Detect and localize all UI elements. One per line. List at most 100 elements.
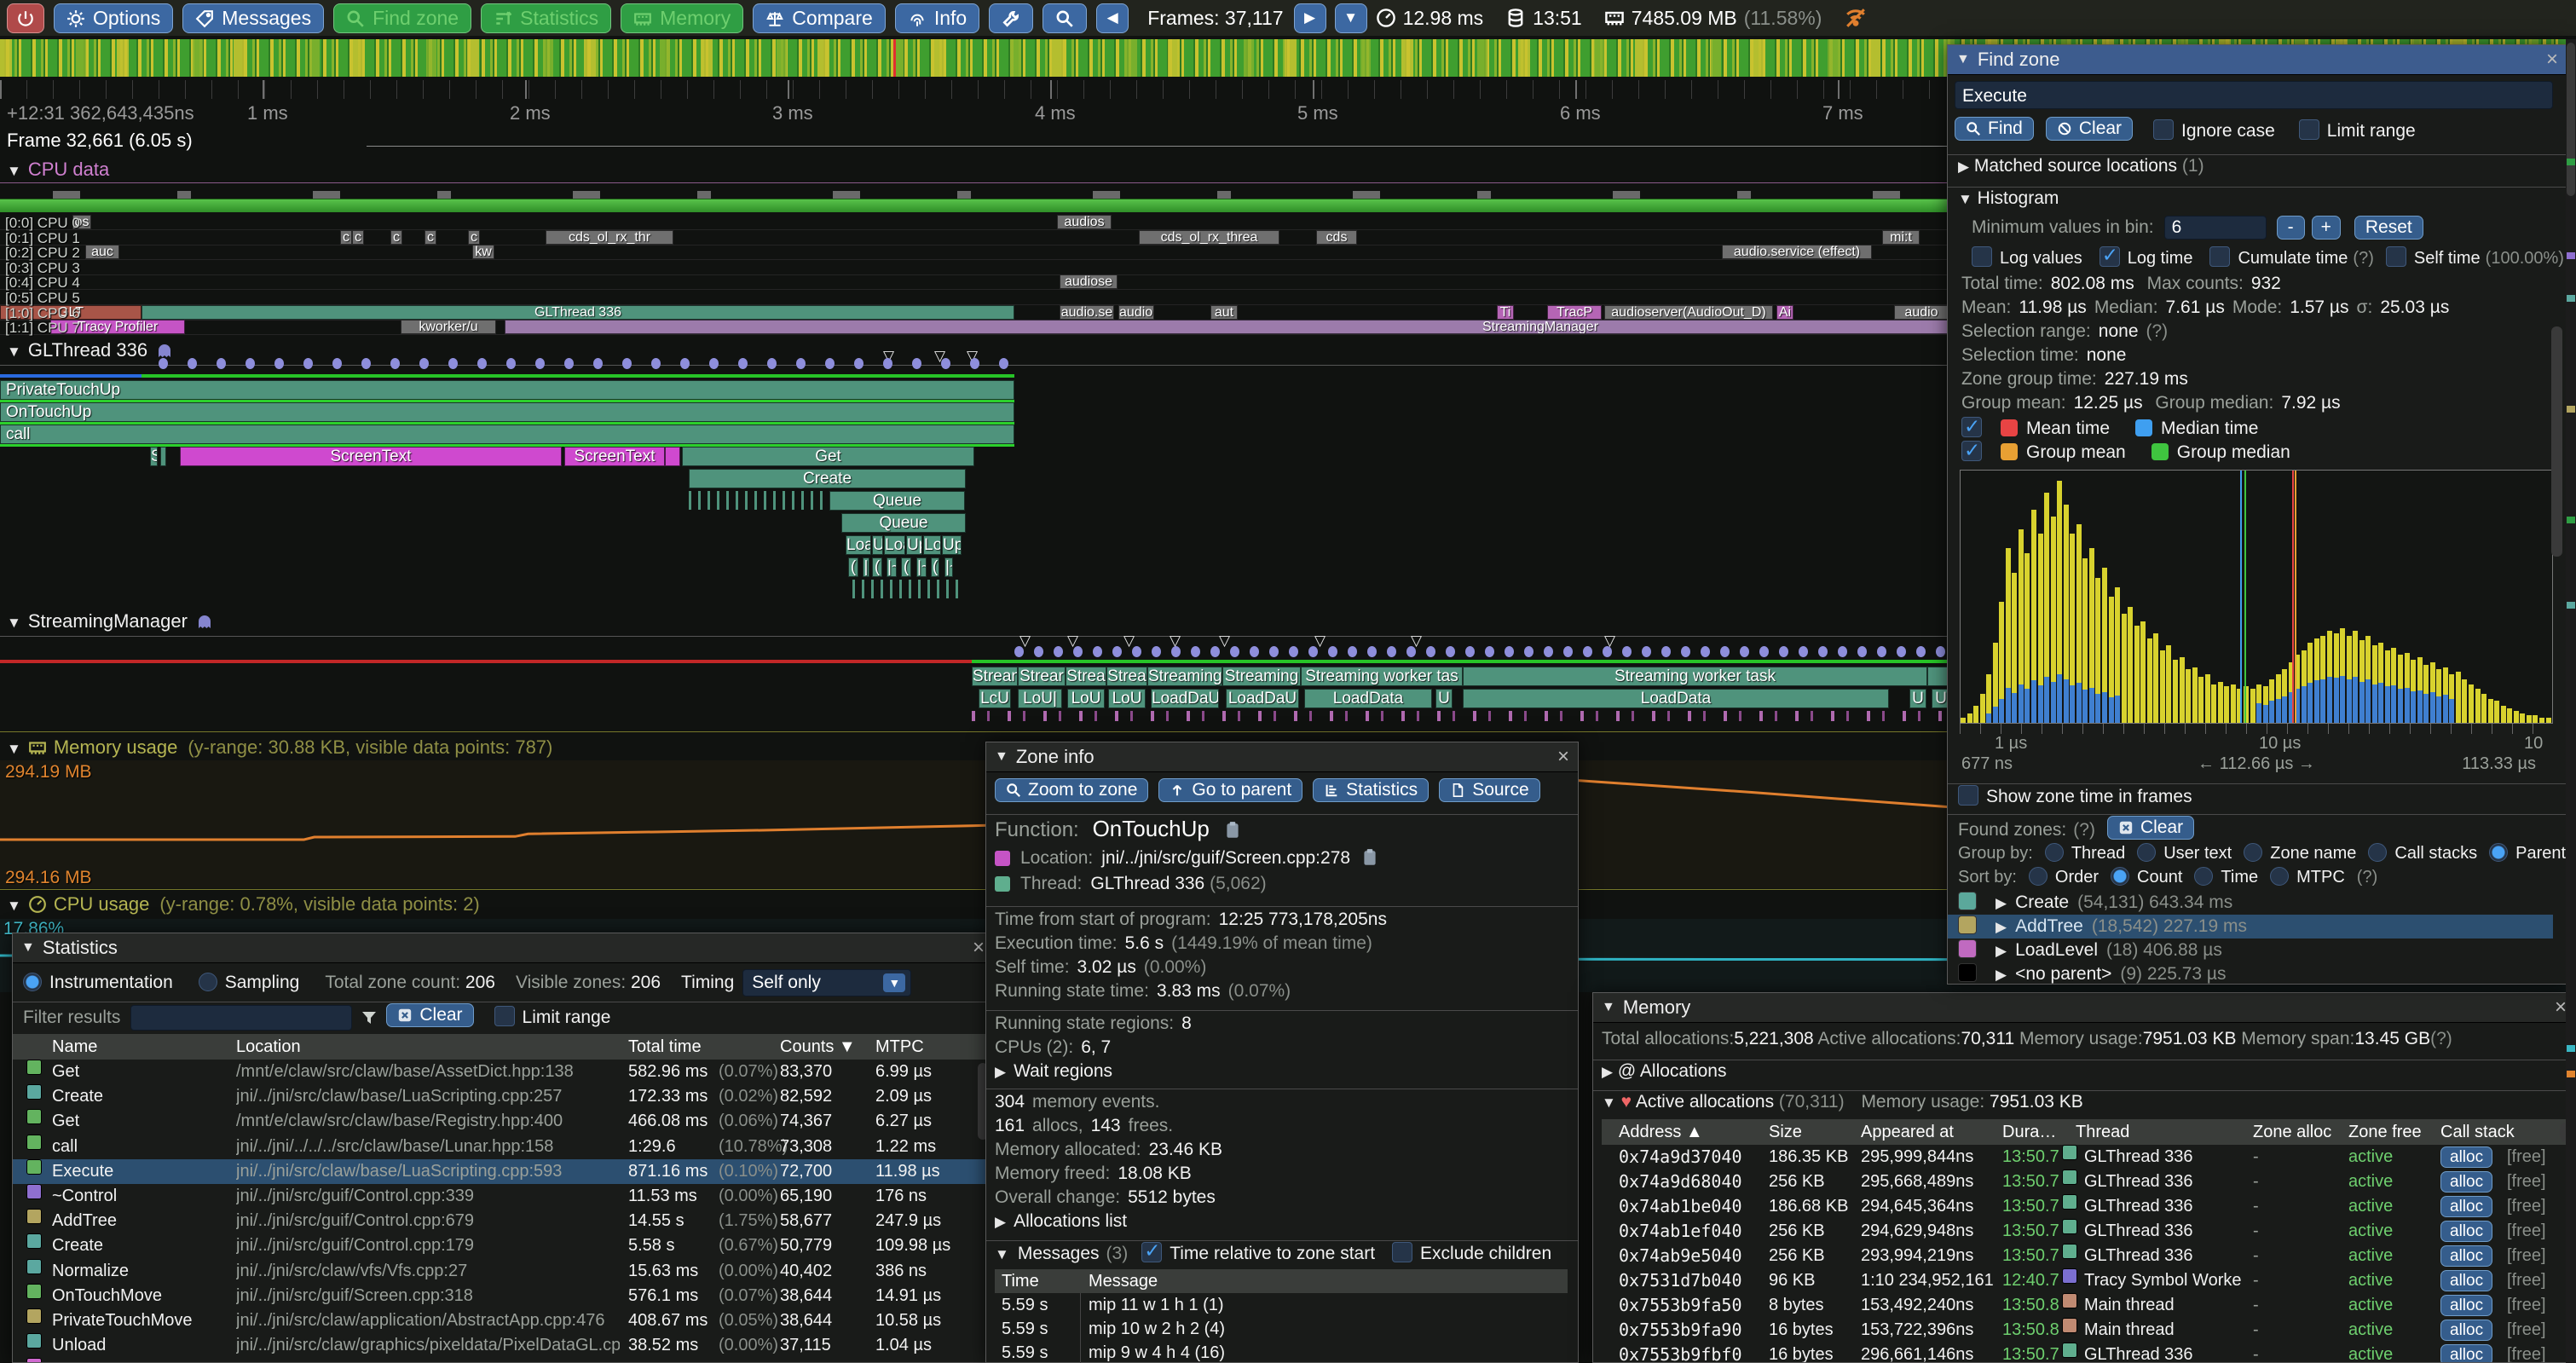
column-header-total-time[interactable]: Total time xyxy=(628,1034,702,1060)
message-dot[interactable] xyxy=(361,358,371,369)
thread-zone[interactable]: PrivateTouchUp xyxy=(0,380,1014,400)
limit-range-checkbox[interactable] xyxy=(494,1008,523,1027)
thread-zone[interactable]: Get xyxy=(682,447,974,466)
loaddata-zone[interactable]: U xyxy=(1435,689,1453,708)
alloc-callstack-button[interactable]: alloc xyxy=(2440,1320,2492,1341)
message-dot[interactable] xyxy=(680,358,690,369)
expand-icon[interactable]: ▶ xyxy=(995,1214,1006,1230)
allocation-row[interactable]: 0x7553b9fa508 bytes153,492,240ns13:50.8M… xyxy=(1602,1293,2567,1318)
histogram-bar[interactable] xyxy=(2527,715,2532,723)
message-dot[interactable] xyxy=(1916,646,1926,657)
histogram-bar[interactable] xyxy=(2488,699,2493,723)
histogram-bar[interactable] xyxy=(2122,614,2127,723)
statistics-button[interactable]: Statistics xyxy=(1313,778,1429,802)
cpu-zone[interactable]: audio. xyxy=(1118,305,1154,320)
column-header-time[interactable]: Time xyxy=(1002,1269,1039,1293)
message-dot[interactable] xyxy=(1367,646,1377,657)
alloc-callstack-button[interactable]: alloc xyxy=(2440,1171,2492,1193)
main-scrollbar[interactable] xyxy=(2566,39,2576,1363)
allocation-row[interactable]: 0x74a9d68040256 KB295,668,489ns13:50.7GL… xyxy=(1602,1170,2567,1194)
collapse-icon[interactable]: ▼ xyxy=(1602,1000,1615,1015)
cpu-zone[interactable]: cds_ol_rx_threa xyxy=(1139,230,1279,245)
clipboard-icon[interactable] xyxy=(1223,821,1242,840)
cpu-zone[interactable]: audioserver(AudioOut_D) xyxy=(1604,305,1773,320)
cpu-zone[interactable]: cds xyxy=(1316,230,1357,245)
histogram-bar[interactable] xyxy=(2153,633,2158,723)
clear-button[interactable]: Clear xyxy=(2046,117,2133,141)
increase-bin-button[interactable]: + xyxy=(2312,216,2341,240)
cpu-zone[interactable]: Ti xyxy=(1497,305,1514,320)
message-dot[interactable] xyxy=(912,358,921,369)
filter-input[interactable] xyxy=(130,1005,352,1031)
message-dot[interactable] xyxy=(999,358,1008,369)
histogram-bar[interactable] xyxy=(2128,607,2133,723)
location-value[interactable]: jni/../jni/src/guif/Screen.cpp:278 xyxy=(1101,848,1350,868)
thread-zone[interactable]: Up xyxy=(906,535,922,555)
histogram-bar[interactable] xyxy=(2250,689,2255,723)
allocation-row[interactable]: 0x7553b9fbf016 bytes296,661,146ns13:50.7… xyxy=(1602,1343,2567,1362)
memory-titlebar[interactable]: ▼ Memory × xyxy=(1593,993,2575,1023)
loaddata-zone[interactable]: LoU| xyxy=(1018,689,1062,708)
go-to-parent-button[interactable]: Go to parent xyxy=(1158,778,1302,802)
column-header-location[interactable]: Location xyxy=(236,1034,301,1060)
cpu-zone[interactable]: c xyxy=(352,230,364,245)
find-zone-button[interactable]: Find zone xyxy=(333,3,471,33)
histogram-bar[interactable] xyxy=(2186,669,2191,723)
find-button[interactable]: Find xyxy=(1955,117,2034,141)
thread-zone[interactable]: Lo xyxy=(923,535,941,555)
streaming-header[interactable]: ▼StreamingManager xyxy=(7,610,213,632)
find-zone-scrollbar[interactable] xyxy=(2551,326,2562,557)
cpu-zone[interactable]: kw xyxy=(472,245,494,259)
message-dot[interactable] xyxy=(1779,646,1788,657)
status-dial[interactable]: 12.98 ms xyxy=(1376,7,1484,30)
histogram-bar[interactable] xyxy=(2514,711,2519,723)
message-dot[interactable] xyxy=(1740,646,1749,657)
streaming-worker-zone[interactable]: Strea xyxy=(1106,667,1147,686)
thread-zone[interactable]: ( xyxy=(931,557,939,577)
column-header-message[interactable]: Message xyxy=(1089,1269,1158,1293)
message-dot[interactable] xyxy=(883,358,892,369)
cpu-zone[interactable]: c xyxy=(390,230,402,245)
statistics-button[interactable]: Statistics xyxy=(481,3,611,33)
column-header-size[interactable]: Size xyxy=(1769,1119,1802,1145)
help-icon[interactable]: (?) xyxy=(2357,868,2377,887)
thread-zone[interactable]: Create xyxy=(689,469,966,488)
loaddata-zone[interactable]: LoadDaU xyxy=(1226,689,1299,708)
cpu-usage-header[interactable]: ▼CPU usage(y-range: 0.78%, visible data … xyxy=(7,893,480,915)
allocations-group[interactable]: ▶ @ Allocations xyxy=(1602,1061,1726,1082)
cpu-zone[interactable]: auc xyxy=(85,245,119,259)
histogram-bar[interactable] xyxy=(2533,715,2538,723)
cpu-zone[interactable]: cds_ol_rx_thr xyxy=(546,230,673,245)
legend-checkbox[interactable] xyxy=(1961,419,1990,438)
close-icon[interactable]: × xyxy=(1557,747,1569,767)
histogram-bar[interactable] xyxy=(1980,694,1985,723)
column-header-mtpc[interactable]: MTPC xyxy=(875,1034,924,1060)
sort-option-mtpc[interactable] xyxy=(2270,868,2296,887)
message-dot[interactable] xyxy=(1505,646,1514,657)
table-row[interactable]: OnRedrawjni/../jni/src/claw/application/… xyxy=(13,1358,993,1362)
zone-info-titlebar[interactable]: ▼ Zone info × xyxy=(986,742,1578,772)
table-row[interactable]: Get/mnt/e/claw/src/claw/base/AssetDict.h… xyxy=(13,1060,993,1084)
histogram-bar[interactable] xyxy=(1967,713,1972,723)
expand-icon[interactable]: ▶ xyxy=(1996,967,2007,983)
message-dot[interactable] xyxy=(448,358,458,369)
message-dot[interactable] xyxy=(564,358,574,369)
close-icon[interactable]: × xyxy=(2555,997,2567,1018)
message-dot[interactable] xyxy=(1348,646,1357,657)
message-row[interactable]: 5.59 smip 10 w 2 h 2 (4) xyxy=(995,1317,1568,1341)
message-dot[interactable] xyxy=(1406,646,1416,657)
options-button[interactable]: Options xyxy=(54,3,173,33)
message-dot[interactable] xyxy=(1524,646,1533,657)
message-dot[interactable] xyxy=(332,358,342,369)
collapse-icon[interactable]: ▼ xyxy=(7,741,21,757)
message-dot[interactable] xyxy=(1073,646,1083,657)
zoom-button[interactable] xyxy=(1043,3,1087,33)
allocation-row[interactable]: 0x74a9d37040186.35 KB295,999,844ns13:50.… xyxy=(1602,1145,2567,1170)
streaming-worker-zone[interactable]: Streaming xyxy=(1222,667,1301,686)
histogram-bar[interactable] xyxy=(2180,657,2185,723)
thread-zone[interactable]: Up xyxy=(942,535,962,555)
loaddata-zone[interactable]: LoadDaU xyxy=(1151,689,1219,708)
message-dot[interactable] xyxy=(651,358,661,369)
message-dot[interactable] xyxy=(1093,646,1102,657)
streaming-worker-zone[interactable]: Streaming worker task xyxy=(1463,667,1927,686)
